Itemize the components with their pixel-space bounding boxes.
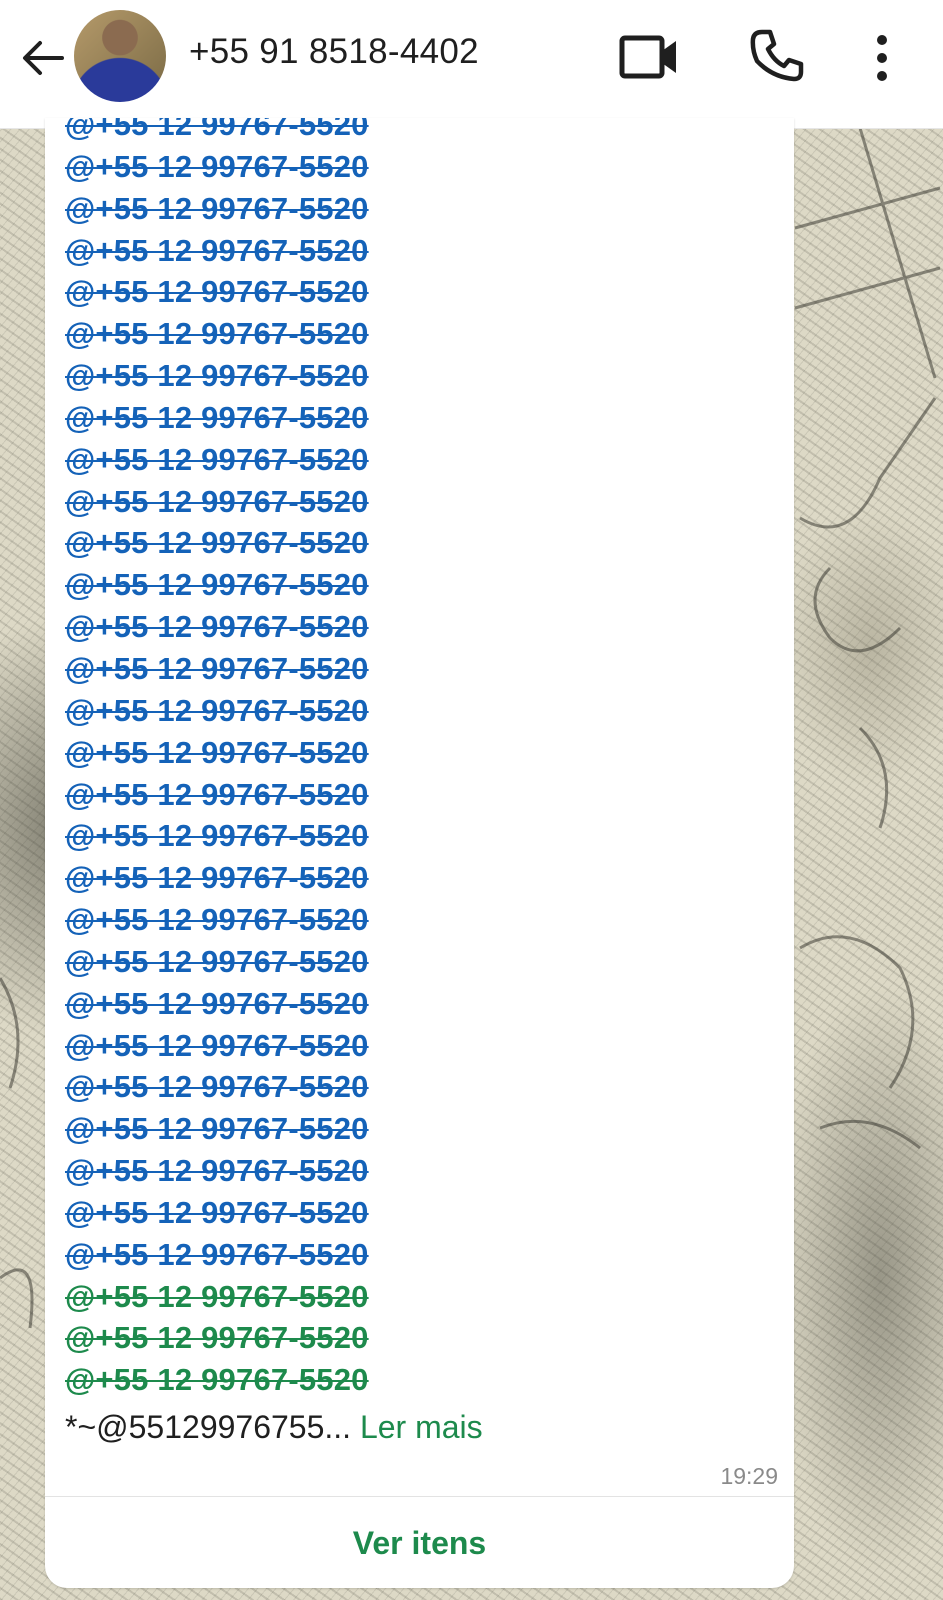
mention-link[interactable]: @+55 12 99767-5520 [65,983,765,1025]
mention-link[interactable]: @+55 12 99767-5520 [65,1108,765,1150]
mention-link[interactable]: @+55 12 99767-5520 [65,1066,765,1108]
mention-link[interactable]: @+55 12 99767-5520 [65,648,765,690]
voice-call-button[interactable] [748,28,804,84]
mention-link[interactable]: @+55 12 99767-5520 [65,1359,765,1401]
mention-link[interactable]: @+55 12 99767-5520 [65,1317,765,1359]
read-more-link[interactable]: Ler mais [360,1409,483,1445]
more-options-button[interactable] [868,30,896,86]
message-timestamp: 19:29 [720,1463,778,1489]
mention-link[interactable]: @+55 12 99767-5520 [65,118,765,146]
mention-link[interactable]: @+55 12 99767-5520 [65,146,765,188]
mention-link[interactable]: @+55 12 99767-5520 [65,397,765,439]
mention-link[interactable]: @+55 12 99767-5520 [65,941,765,983]
mention-link[interactable]: @+55 12 99767-5520 [65,1192,765,1234]
view-items-button[interactable]: Ver itens [45,1498,794,1588]
mention-list: @+55 12 99767-5520 @+55 12 99767-5520 @+55… [65,118,765,1401]
mention-link[interactable]: @+55 12 99767-5520 [65,355,765,397]
mention-link[interactable]: @+55 12 99767-5520 [65,732,765,774]
mention-link[interactable]: @+55 12 99767-5520 [65,857,765,899]
bubble-divider [45,1496,794,1497]
message-preview-text: *~@55129976755... [65,1409,352,1445]
mention-link[interactable]: @+55 12 99767-5520 [65,1150,765,1192]
mention-link[interactable]: @+55 12 99767-5520 [65,815,765,857]
mention-link[interactable]: @+55 12 99767-5520 [65,774,765,816]
contact-name[interactable]: +55 91 8518-4402 [189,32,479,72]
contact-avatar[interactable] [74,10,166,102]
mention-link[interactable]: @+55 12 99767-5520 [65,564,765,606]
mention-link[interactable]: @+55 12 99767-5520 [65,690,765,732]
mention-link[interactable]: @+55 12 99767-5520 [65,1025,765,1067]
mention-link[interactable]: @+55 12 99767-5520 [65,313,765,355]
mention-link[interactable]: @+55 12 99767-5520 [65,1276,765,1318]
back-button[interactable] [18,33,68,83]
mention-link[interactable]: @+55 12 99767-5520 [65,271,765,313]
video-call-button[interactable] [618,30,682,84]
mention-link[interactable]: @+55 12 99767-5520 [65,481,765,523]
arrow-left-icon [23,41,64,75]
mention-link[interactable]: @+55 12 99767-5520 [65,606,765,648]
video-camera-icon [619,35,676,79]
chat-header: +55 91 8518-4402 [0,0,943,129]
more-vertical-icon [877,35,887,81]
mention-link[interactable]: @+55 12 99767-5520 [65,439,765,481]
message-preview-line: *~@55129976755... Ler mais [65,1409,483,1446]
mention-link[interactable]: @+55 12 99767-5520 [65,899,765,941]
message-bubble[interactable]: @+55 12 99767-5520 @+55 12 99767-5520 @+55… [45,118,794,1588]
mention-link[interactable]: @+55 12 99767-5520 [65,188,765,230]
phone-icon [750,29,804,82]
mention-link[interactable]: @+55 12 99767-5520 [65,1234,765,1276]
mention-link[interactable]: @+55 12 99767-5520 [65,230,765,272]
mention-link[interactable]: @+55 12 99767-5520 [65,522,765,564]
